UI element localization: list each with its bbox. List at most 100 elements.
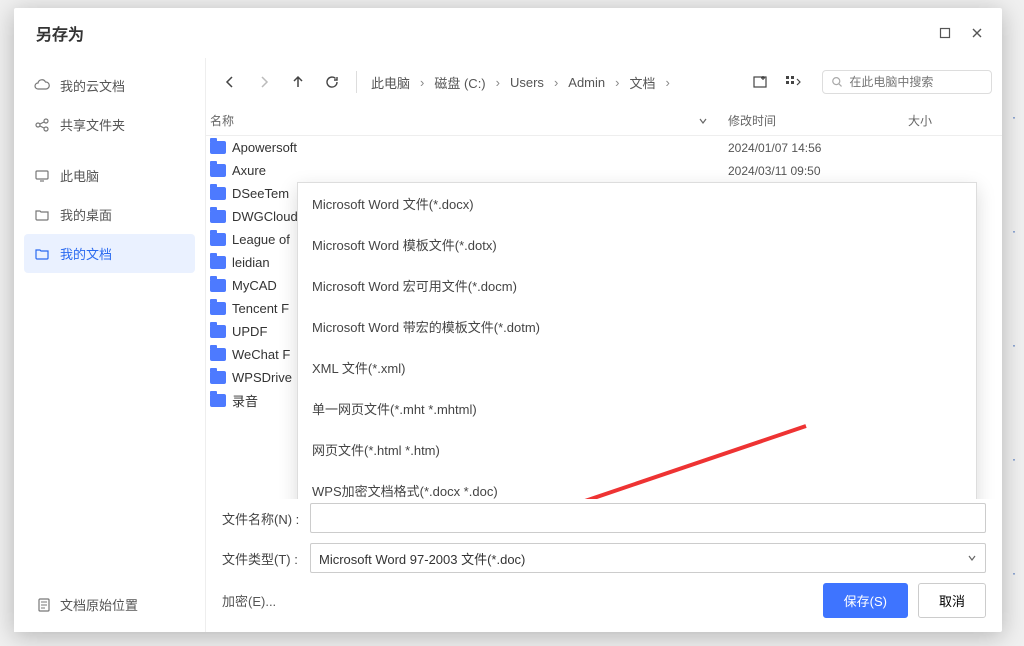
file-row[interactable]: Axure 2024/03/11 09:50 (206, 159, 1002, 182)
filetype-option[interactable]: Microsoft Word 模板文件(*.dotx) (298, 224, 976, 265)
file-name: MyCAD (232, 278, 277, 293)
filetype-option[interactable]: WPS加密文档格式(*.docx *.doc) (298, 470, 976, 499)
filetype-option[interactable]: 单一网页文件(*.mht *.mhtml) (298, 388, 976, 429)
close-button[interactable] (968, 24, 986, 42)
sidebar-item-label: 我的文档 (60, 244, 112, 263)
file-name: 录音 (232, 391, 258, 410)
file-date: 2024/01/07 14:56 (728, 141, 908, 155)
search-icon (831, 75, 843, 89)
breadcrumb-item[interactable]: Users (506, 71, 548, 94)
folder-icon (210, 371, 226, 384)
file-name: UPDF (232, 324, 267, 339)
filetype-select[interactable]: Microsoft Word 97-2003 文件(*.doc) (310, 543, 986, 573)
filename-row: 文件名称(N) : (222, 503, 986, 533)
filename-label: 文件名称(N) : (222, 509, 310, 528)
folder-icon (210, 279, 226, 292)
original-location[interactable]: 文档原始位置 (36, 595, 138, 614)
window-controls (936, 24, 986, 42)
sidebar-item-desktop[interactable]: 我的桌面 (24, 195, 195, 234)
background-strip: ····· (1004, 60, 1024, 630)
filetype-option[interactable]: Microsoft Word 宏可用文件(*.docm) (298, 265, 976, 306)
filename-input[interactable] (310, 503, 986, 533)
search-box[interactable] (822, 70, 992, 94)
folder-icon (210, 233, 226, 246)
actions-row: 加密(E)... 保存(S) 取消 (222, 583, 986, 618)
sort-down-icon (698, 116, 708, 126)
encrypt-link[interactable]: 加密(E)... (222, 591, 276, 610)
file-date: 2024/03/11 09:50 (728, 164, 908, 178)
save-button[interactable]: 保存(S) (823, 583, 908, 618)
chevron-down-icon (967, 553, 977, 563)
column-name[interactable]: 名称 (210, 112, 728, 129)
sidebar-item-label: 我的桌面 (60, 205, 112, 224)
chevron-right-icon: › (552, 75, 560, 90)
cloud-icon (34, 78, 50, 94)
cancel-button[interactable]: 取消 (918, 583, 986, 618)
folder-icon (34, 246, 50, 262)
chevron-right-icon: › (494, 75, 502, 90)
up-button[interactable] (284, 68, 312, 96)
share-icon (34, 117, 50, 133)
filetype-option[interactable]: XML 文件(*.xml) (298, 347, 976, 388)
sidebar-item-docs[interactable]: 我的文档 (24, 234, 195, 273)
left-actions: 加密(E)... (222, 591, 276, 610)
divider (356, 71, 357, 93)
chevron-right-icon: › (418, 75, 426, 90)
document-icon (36, 597, 52, 613)
breadcrumb: 此电脑› 磁盘 (C:)› Users› Admin› 文档› (367, 69, 740, 96)
breadcrumb-item[interactable]: 此电脑 (367, 69, 414, 96)
file-name: DSeeTem (232, 186, 289, 201)
sidebar-item-pc[interactable]: 此电脑 (24, 156, 195, 195)
save-as-dialog: 另存为 我的云文档 共享文件夹 (14, 8, 1002, 632)
maximize-button[interactable] (936, 24, 954, 42)
folder-icon (210, 302, 226, 315)
back-button[interactable] (216, 68, 244, 96)
filetype-row: 文件类型(T) : Microsoft Word 97-2003 文件(*.do… (222, 543, 986, 573)
folder-icon (210, 210, 226, 223)
filetype-label: 文件类型(T) : (222, 549, 310, 568)
file-name: Tencent F (232, 301, 289, 316)
view-controls (746, 68, 808, 96)
bottom-panel: 文件名称(N) : 文件类型(T) : Microsoft Word 97-20… (206, 499, 1002, 632)
folder-icon (210, 348, 226, 361)
forward-button[interactable] (250, 68, 278, 96)
breadcrumb-item[interactable]: 文档 (625, 69, 659, 96)
folder-icon (210, 325, 226, 338)
breadcrumb-item[interactable]: 磁盘 (C:) (430, 69, 489, 96)
file-name: leidian (232, 255, 270, 270)
buttons: 保存(S) 取消 (823, 583, 986, 618)
sidebar-item-label: 此电脑 (60, 166, 99, 185)
refresh-button[interactable] (318, 68, 346, 96)
filetype-option[interactable]: Microsoft Word 文件(*.docx) (298, 183, 976, 224)
folder-icon (210, 164, 226, 177)
filetype-option[interactable]: Microsoft Word 带宏的模板文件(*.dotm) (298, 306, 976, 347)
file-list: Apowersoft 2024/01/07 14:56 Axure 2024/03/1… (206, 136, 1002, 499)
view-mode-button[interactable] (780, 68, 808, 96)
main-panel: 此电脑› 磁盘 (C:)› Users› Admin› 文档› 名称 (206, 58, 1002, 632)
filetype-value: Microsoft Word 97-2003 文件(*.doc) (319, 549, 525, 568)
filetype-option[interactable]: 网页文件(*.html *.htm) (298, 429, 976, 470)
file-name: Axure (232, 163, 266, 178)
sidebar-item-label: 共享文件夹 (60, 115, 125, 134)
file-name: Apowersoft (232, 140, 297, 155)
chevron-right-icon: › (613, 75, 621, 90)
sidebar-item-share[interactable]: 共享文件夹 (24, 105, 195, 144)
sidebar-item-cloud[interactable]: 我的云文档 (24, 66, 195, 105)
new-folder-button[interactable] (746, 68, 774, 96)
title-bar: 另存为 (14, 8, 1002, 58)
folder-icon (210, 256, 226, 269)
toolbar: 此电脑› 磁盘 (C:)› Users› Admin› 文档› (206, 58, 1002, 106)
folder-icon (210, 141, 226, 154)
column-size[interactable]: 大小 (908, 112, 998, 129)
file-name: WPSDrive (232, 370, 292, 385)
folder-icon (210, 187, 226, 200)
breadcrumb-item[interactable]: Admin (564, 71, 609, 94)
sidebar-item-label: 我的云文档 (60, 76, 125, 95)
monitor-icon (34, 168, 50, 184)
search-input[interactable] (849, 75, 983, 89)
column-date[interactable]: 修改时间 (728, 112, 908, 129)
file-row[interactable]: Apowersoft 2024/01/07 14:56 (206, 136, 1002, 159)
sidebar: 我的云文档 共享文件夹 此电脑 我的桌面 (14, 58, 206, 632)
list-header: 名称 修改时间 大小 (206, 106, 1002, 136)
file-name: WeChat F (232, 347, 290, 362)
